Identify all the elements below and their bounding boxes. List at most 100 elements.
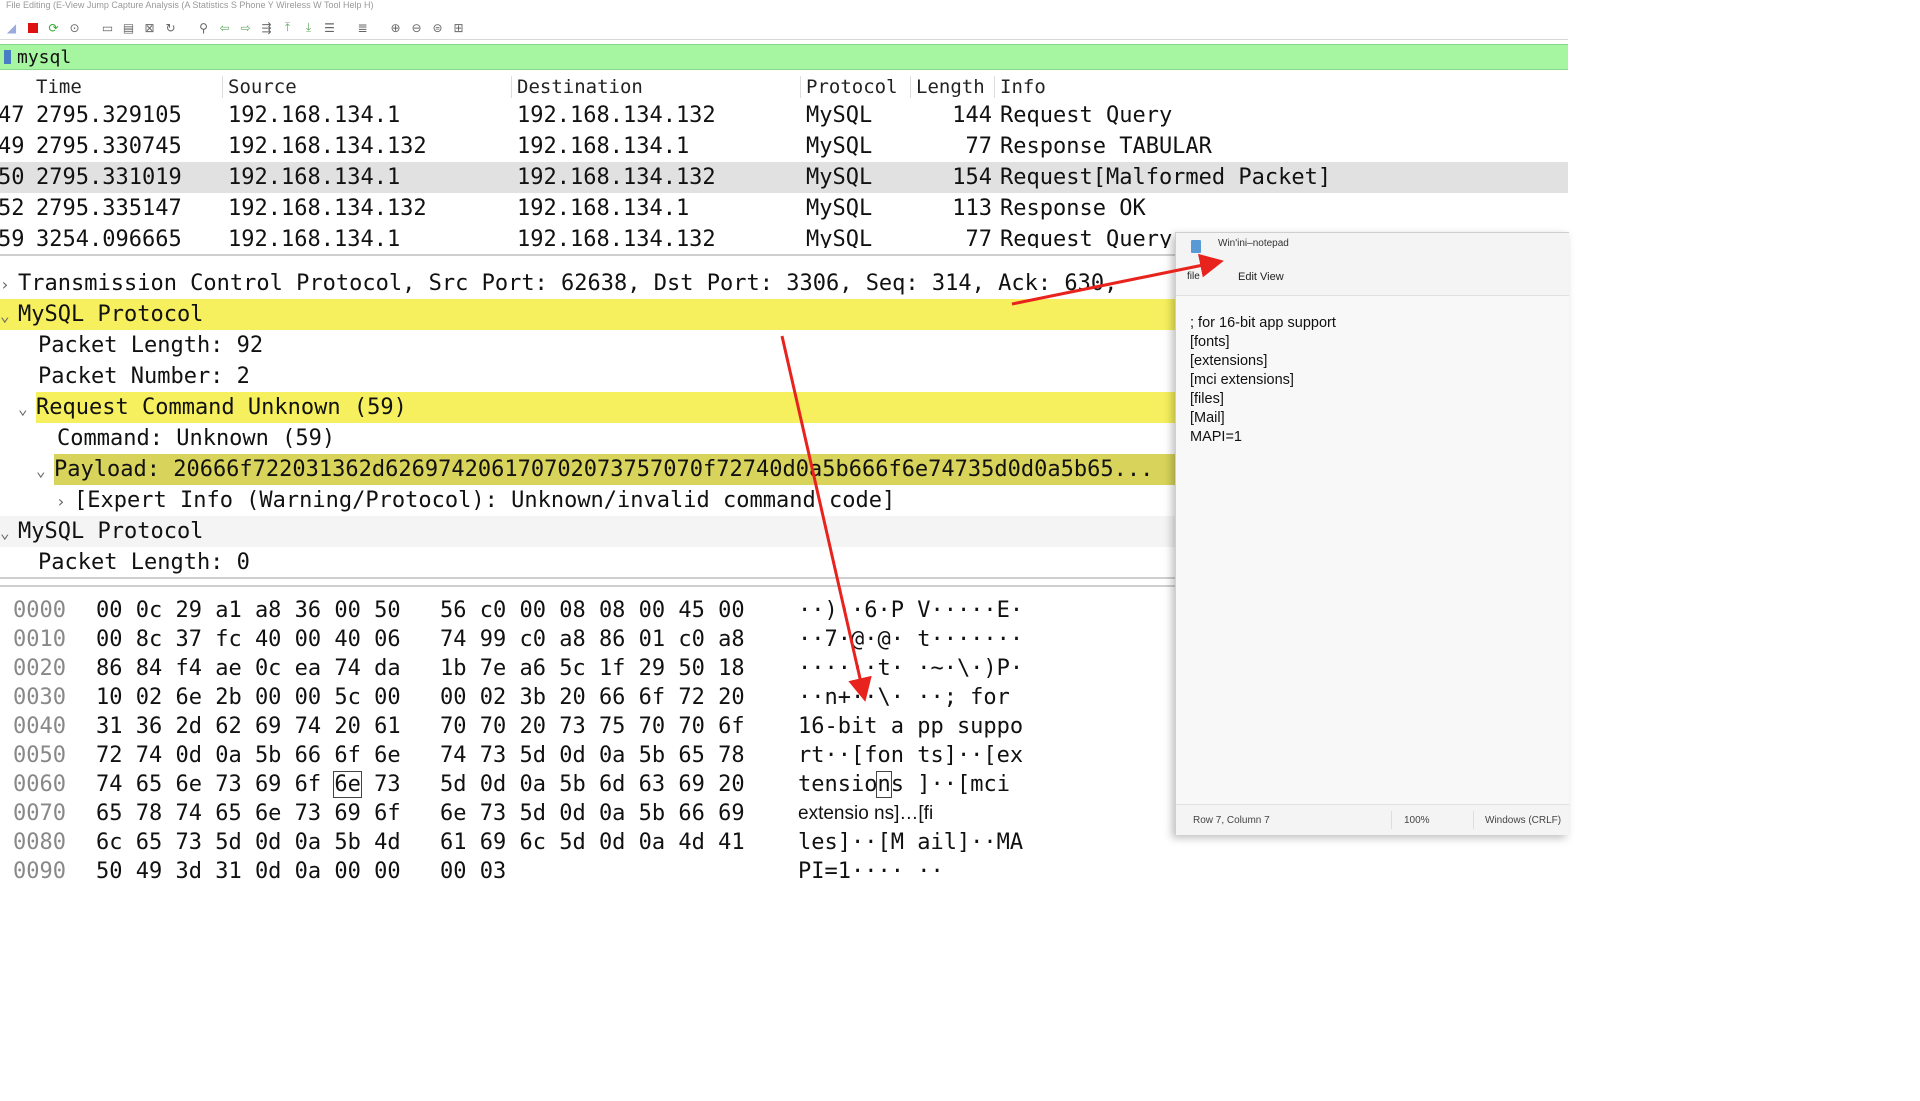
packet-row-selected[interactable]: 50 2795.331019 192.168.134.1 192.168.134…: [0, 162, 1568, 193]
chevron-down-icon[interactable]: ⌄: [0, 517, 18, 547]
text-line: [mci extensions]: [1190, 372, 1294, 388]
chevron-down-icon[interactable]: ⌄: [36, 455, 54, 485]
hex-offset: 0020: [13, 656, 66, 681]
chevron-down-icon[interactable]: ⌄: [18, 393, 36, 423]
tree-item-mysql-protocol[interactable]: ⌄ MySQL Protocol: [0, 299, 1176, 330]
hex-bytes: 74 65 6e 73 69 6f 6e 73: [96, 770, 401, 799]
hex-ascii-selected[interactable]: n: [876, 771, 892, 798]
tree-item-tcp[interactable]: › Transmission Control Protocol, Src Port…: [0, 268, 1176, 299]
chevron-right-icon[interactable]: ›: [56, 486, 74, 516]
save-file-icon[interactable]: ▤: [121, 20, 136, 35]
chevron-right-icon[interactable]: ›: [0, 269, 18, 299]
tree-item-packet-length[interactable]: Packet Length: 92: [0, 330, 1176, 361]
status-zoom[interactable]: 100%: [1404, 815, 1430, 826]
packet-time: 2795.330745: [36, 134, 182, 159]
bookmark-icon[interactable]: [4, 50, 11, 64]
packet-list: Time Source Destination Protocol Length …: [0, 72, 1568, 248]
zoom-out-icon[interactable]: ⊖: [409, 20, 424, 35]
notepad-titlebar[interactable]: Win'ini–notepad: [1176, 233, 1569, 263]
hex-bytes: 56 c0 00 08 08 00 45 00: [440, 598, 745, 623]
hex-bytes: 6e 73 5d 0d 0a 5b 66 69: [440, 801, 745, 826]
go-to-packet-icon[interactable]: ⇶: [259, 20, 274, 35]
column-header-protocol[interactable]: Protocol: [806, 72, 898, 102]
packet-row[interactable]: 49 2795.330745 192.168.134.132 192.168.1…: [0, 131, 1568, 162]
status-line-endings[interactable]: Windows (CRLF): [1485, 815, 1561, 826]
go-back-icon[interactable]: ⇦: [217, 20, 232, 35]
hex-offset: 0050: [13, 743, 66, 768]
status-cursor-position: Row 7, Column 7: [1193, 815, 1270, 826]
open-file-icon[interactable]: ▭: [100, 20, 115, 35]
tree-item-expert-info[interactable]: › [Expert Info (Warning/Protocol): Unknow…: [0, 485, 1176, 516]
text-line: [Mail]: [1190, 410, 1225, 426]
packet-time: 2795.335147: [36, 196, 182, 221]
packet-destination: 192.168.134.1: [517, 134, 690, 159]
packet-destination: 192.168.134.132: [517, 165, 716, 190]
chevron-down-icon[interactable]: ⌄: [0, 300, 18, 330]
packet-source: 192.168.134.1: [228, 227, 401, 248]
packet-source: 192.168.134.132: [228, 196, 427, 221]
tree-item-packet-number[interactable]: Packet Number: 2: [0, 361, 1176, 392]
tree-item-mysql-protocol[interactable]: ⌄ MySQL Protocol: [0, 516, 1176, 547]
zoom-normal-icon[interactable]: ⊜: [430, 20, 445, 35]
packet-destination: 192.168.134.1: [517, 196, 690, 221]
capture-options-icon[interactable]: ⊙: [67, 20, 82, 35]
text-line: [files]: [1190, 391, 1224, 407]
tree-item-command[interactable]: Command: Unknown (59): [0, 423, 1176, 454]
column-header-length[interactable]: Length: [916, 72, 985, 102]
packet-number: 50: [0, 165, 25, 190]
packet-row[interactable]: 47 2795.329105 192.168.134.1 192.168.134…: [0, 100, 1568, 131]
display-filter-input[interactable]: mysql: [17, 47, 71, 68]
column-header-destination[interactable]: Destination: [517, 72, 643, 102]
hex-bytes: 00 8c 37 fc 40 00 40 06: [96, 627, 401, 652]
go-last-icon[interactable]: ⤓: [301, 20, 316, 35]
shark-fin-start-icon[interactable]: ◢: [4, 20, 19, 35]
column-header-source[interactable]: Source: [228, 72, 297, 102]
auto-scroll-icon[interactable]: ☰: [322, 20, 337, 35]
packet-protocol: MySQL: [806, 227, 873, 248]
packet-row[interactable]: 52 2795.335147 192.168.134.132 192.168.1…: [0, 193, 1568, 224]
hex-bytes: 72 74 0d 0a 5b 66 6f 6e: [96, 743, 401, 768]
packet-time: 2795.329105: [36, 103, 182, 128]
packet-info: Request Query: [1000, 227, 1173, 248]
text-line: [fonts]: [1190, 334, 1230, 350]
packet-info: Request[Malformed Packet]: [1000, 165, 1332, 190]
tree-item-request-command[interactable]: ⌄ Request Command Unknown (59): [0, 392, 1176, 423]
tree-item-payload[interactable]: ⌄ Payload: 20666f722031362d62697420617070…: [0, 454, 1176, 485]
packet-protocol: MySQL: [806, 196, 873, 221]
stop-capture-icon[interactable]: [25, 20, 40, 35]
go-forward-icon[interactable]: ⇨: [238, 20, 253, 35]
display-filter-bar[interactable]: mysql: [0, 44, 1568, 70]
pane-splitter[interactable]: [0, 577, 1176, 587]
pane-splitter[interactable]: [0, 248, 1180, 256]
close-file-icon[interactable]: ⊠: [142, 20, 157, 35]
tree-item-label: Packet Length: 0: [38, 550, 250, 575]
reload-file-icon[interactable]: ↻: [163, 20, 178, 35]
column-header-time[interactable]: Time: [36, 72, 82, 102]
packet-source: 192.168.134.1: [228, 165, 401, 190]
notepad-window[interactable]: Win'ini–notepad file Edit View ; for 16-…: [1175, 232, 1569, 835]
packet-number: 49: [0, 134, 25, 159]
hex-bytes: 00 0c 29 a1 a8 36 00 50: [96, 598, 401, 623]
find-packet-icon[interactable]: ⚲: [196, 20, 211, 35]
hex-bytes: 70 70 20 73 75 70 70 6f: [440, 714, 745, 739]
colorize-icon[interactable]: ≣: [355, 20, 370, 35]
packet-protocol: MySQL: [806, 165, 873, 190]
tree-item-label: MySQL Protocol: [18, 519, 204, 544]
hex-offset: 0060: [13, 772, 66, 797]
hex-bytes: 61 69 6c 5d 0d 0a 4d 41: [440, 830, 745, 855]
hex-bytes: 65 78 74 65 6e 73 69 6f: [96, 801, 401, 826]
go-first-icon[interactable]: ⤒: [280, 20, 295, 35]
resize-columns-icon[interactable]: ⊞: [451, 20, 466, 35]
zoom-in-icon[interactable]: ⊕: [388, 20, 403, 35]
main-toolbar: ◢ ⟳ ⊙ ▭ ▤ ⊠ ↻ ⚲ ⇦ ⇨ ⇶ ⤒ ⤓ ☰ ≣ ⊕ ⊖ ⊜ ⊞: [0, 16, 1568, 40]
column-header-info[interactable]: Info: [1000, 72, 1046, 102]
hex-offset: 0070: [13, 801, 66, 826]
tree-item-label: Transmission Control Protocol, Src Port:…: [18, 271, 1118, 296]
hex-byte-selected[interactable]: 6e: [333, 771, 362, 798]
menu-file[interactable]: file: [1187, 271, 1200, 282]
tree-item-packet-length[interactable]: Packet Length: 0: [0, 547, 1176, 575]
restart-capture-icon[interactable]: ⟳: [46, 20, 61, 35]
menu-edit-view[interactable]: Edit View: [1238, 271, 1284, 283]
notepad-text-area[interactable]: ; for 16-bit app support [fonts] [extens…: [1176, 295, 1569, 805]
menu-bar[interactable]: File Editing (E-View Jump Capture Analys…: [0, 0, 1568, 12]
